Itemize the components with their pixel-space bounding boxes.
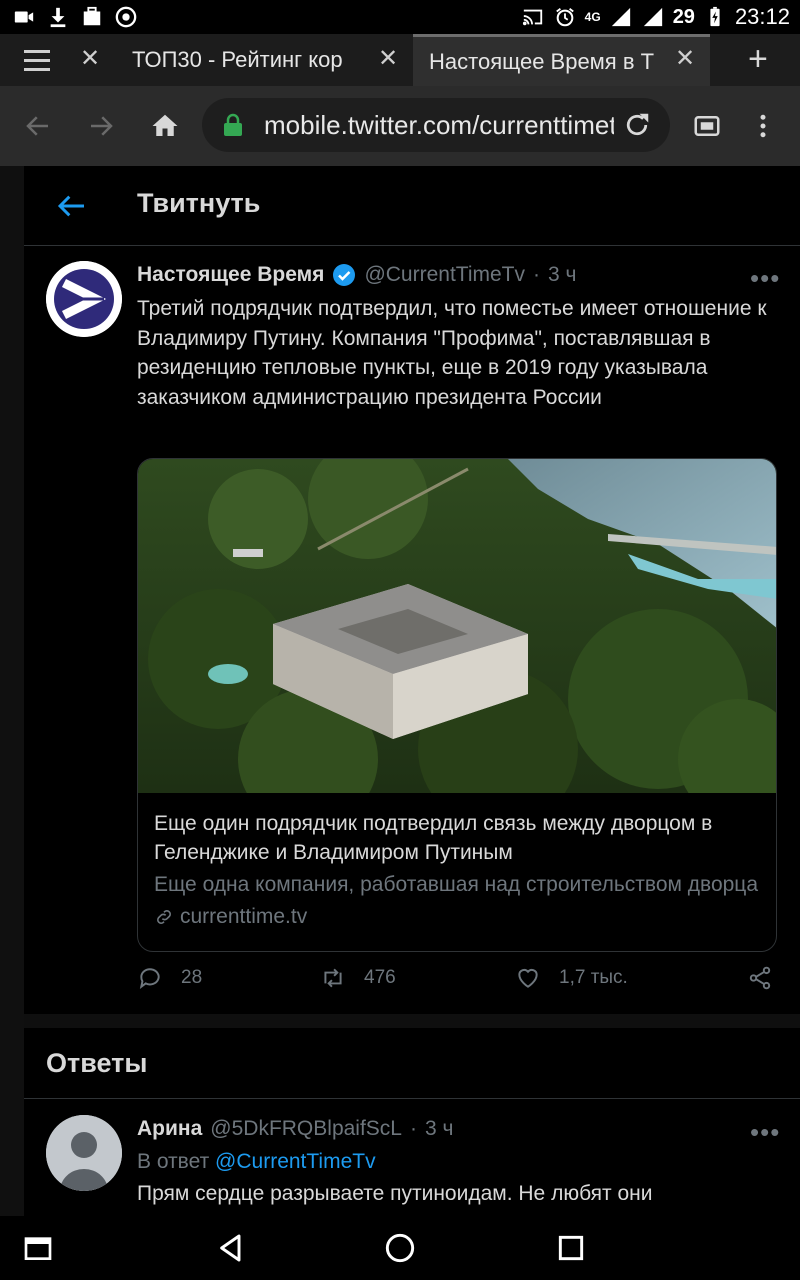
store-icon: [80, 5, 104, 29]
tab-current-time[interactable]: Настоящее Время в Т: [413, 34, 710, 86]
tab-switcher-menu-icon[interactable]: [20, 46, 54, 74]
reply-time[interactable]: 3 ч: [425, 1117, 453, 1141]
browser-toolbar: mobile.twitter.com/currenttimet: [0, 86, 800, 166]
like-count: 1,7 тыс.: [559, 967, 628, 988]
reply-text: Прям сердце разрываете путиноидам. Не лю…: [137, 1182, 653, 1205]
like-button[interactable]: 1,7 тыс.: [515, 965, 628, 991]
reply-icon: [139, 968, 160, 989]
share-icon: [749, 966, 771, 990]
card-domain-text: currenttime.tv: [180, 905, 308, 928]
reply-header: Арина @5DkFRQBlpaifScL · 3 ч: [137, 1117, 453, 1141]
download-icon: [46, 5, 70, 29]
tab-title: Настоящее Время в Т: [429, 48, 655, 74]
nav-overview-icon[interactable]: [555, 1232, 587, 1264]
status-bar: 4G 29 23:12: [0, 0, 800, 34]
replies-heading: Ответы: [46, 1048, 148, 1078]
lock-icon: [224, 113, 242, 136]
heart-icon: [518, 968, 538, 988]
share-button[interactable]: [747, 965, 773, 991]
new-tab-icon[interactable]: +: [748, 40, 768, 79]
card-image: [138, 459, 776, 793]
nav-back-icon[interactable]: [215, 1232, 247, 1264]
tabs-overview-button[interactable]: [689, 108, 725, 144]
link-card[interactable]: Еще один подрядчик подтвердил связь межд…: [137, 458, 777, 952]
section-divider: [24, 1014, 800, 1028]
reply-author-name[interactable]: Арина: [137, 1117, 202, 1141]
back-button[interactable]: [20, 108, 56, 144]
tweet-actions: 28 476 1,7 тыс.: [137, 965, 787, 1001]
tab-top30[interactable]: ТОП30 - Рейтинг кор: [116, 34, 366, 86]
back-arrow-icon[interactable]: [56, 190, 88, 222]
close-tab-icon[interactable]: ✕: [80, 44, 100, 73]
clock: 23:12: [734, 4, 790, 29]
home-button[interactable]: [147, 108, 183, 144]
forward-button[interactable]: [83, 108, 119, 144]
timeline-column: Твитнуть Настоящее Время @CurrentTimeTv …: [24, 166, 800, 1216]
tweet[interactable]: Настоящее Время @CurrentTimeTv · 3 ч •••…: [24, 247, 800, 1013]
recent-screens-icon[interactable]: [22, 1232, 54, 1264]
signal-icon: [609, 5, 633, 29]
retweet-count: 476: [364, 967, 396, 988]
reload-icon[interactable]: [622, 110, 652, 140]
reply-count: 28: [181, 967, 203, 988]
author-handle[interactable]: @CurrentTimeTv: [364, 263, 525, 287]
reply-prefix: В ответ: [137, 1150, 210, 1173]
reply-mention-link[interactable]: @CurrentTimeTv: [215, 1150, 376, 1173]
card-title: Еще один подрядчик подтвердил связь межд…: [154, 812, 713, 864]
close-tab-icon[interactable]: ✕: [675, 44, 695, 73]
overflow-menu-button[interactable]: [745, 108, 781, 144]
reply-context: В ответ @CurrentTimeTv: [137, 1150, 376, 1174]
url-bar[interactable]: mobile.twitter.com/currenttimet: [202, 98, 670, 152]
network-type-label: 4G: [584, 10, 601, 24]
battery-percent: 29: [672, 5, 695, 28]
web-content: Твитнуть Настоящее Время @CurrentTimeTv …: [0, 166, 800, 1216]
reply-author-handle[interactable]: @5DkFRQBlpaifScL: [210, 1117, 402, 1141]
tab-strip: ✕ ТОП30 - Рейтинг кор ✕ Настоящее Время …: [0, 34, 800, 86]
default-avatar-icon: [46, 1115, 122, 1191]
more-options-icon[interactable]: •••: [750, 1117, 780, 1148]
page-title: Твитнуть: [137, 188, 261, 218]
avatar[interactable]: [46, 261, 122, 337]
tweet-time[interactable]: 3 ч: [548, 263, 576, 287]
close-tab-icon[interactable]: ✕: [378, 44, 398, 73]
separator-dot: ·: [533, 263, 540, 286]
tweet-text: Третий подрядчик подтвердил, что поместь…: [137, 297, 767, 409]
tab-title: ТОП30 - Рейтинг кор: [132, 47, 343, 72]
verified-badge-icon: [333, 264, 356, 286]
card-domain: currenttime.tv: [154, 905, 307, 929]
tweet-header: Настоящее Время @CurrentTimeTv · 3 ч: [137, 263, 576, 287]
url-text[interactable]: mobile.twitter.com/currenttimet: [264, 110, 614, 141]
reply-button[interactable]: 28: [137, 965, 202, 991]
page-header: Твитнуть: [24, 166, 800, 246]
system-nav-bar: [0, 1216, 800, 1280]
video-notification-icon: [12, 5, 36, 29]
nav-home-icon[interactable]: [384, 1232, 416, 1264]
battery-charging-icon: [703, 5, 727, 29]
reply-tweet[interactable]: Арина @5DkFRQBlpaifScL · 3 ч ••• В ответ…: [24, 1099, 800, 1216]
card-description: Еще одна компания, работавшая над строит…: [154, 873, 759, 896]
more-options-icon[interactable]: •••: [750, 263, 780, 294]
signal-full-icon: [641, 5, 665, 29]
separator-dot: ·: [410, 1117, 417, 1140]
chrome-icon: [114, 5, 138, 29]
avatar[interactable]: [46, 1115, 122, 1191]
link-icon: [157, 910, 171, 924]
author-name[interactable]: Настоящее Время: [137, 263, 324, 287]
retweet-icon: [324, 968, 342, 988]
retweet-button[interactable]: 476: [320, 965, 396, 991]
alarm-icon: [553, 5, 577, 29]
cast-icon: [521, 5, 545, 29]
